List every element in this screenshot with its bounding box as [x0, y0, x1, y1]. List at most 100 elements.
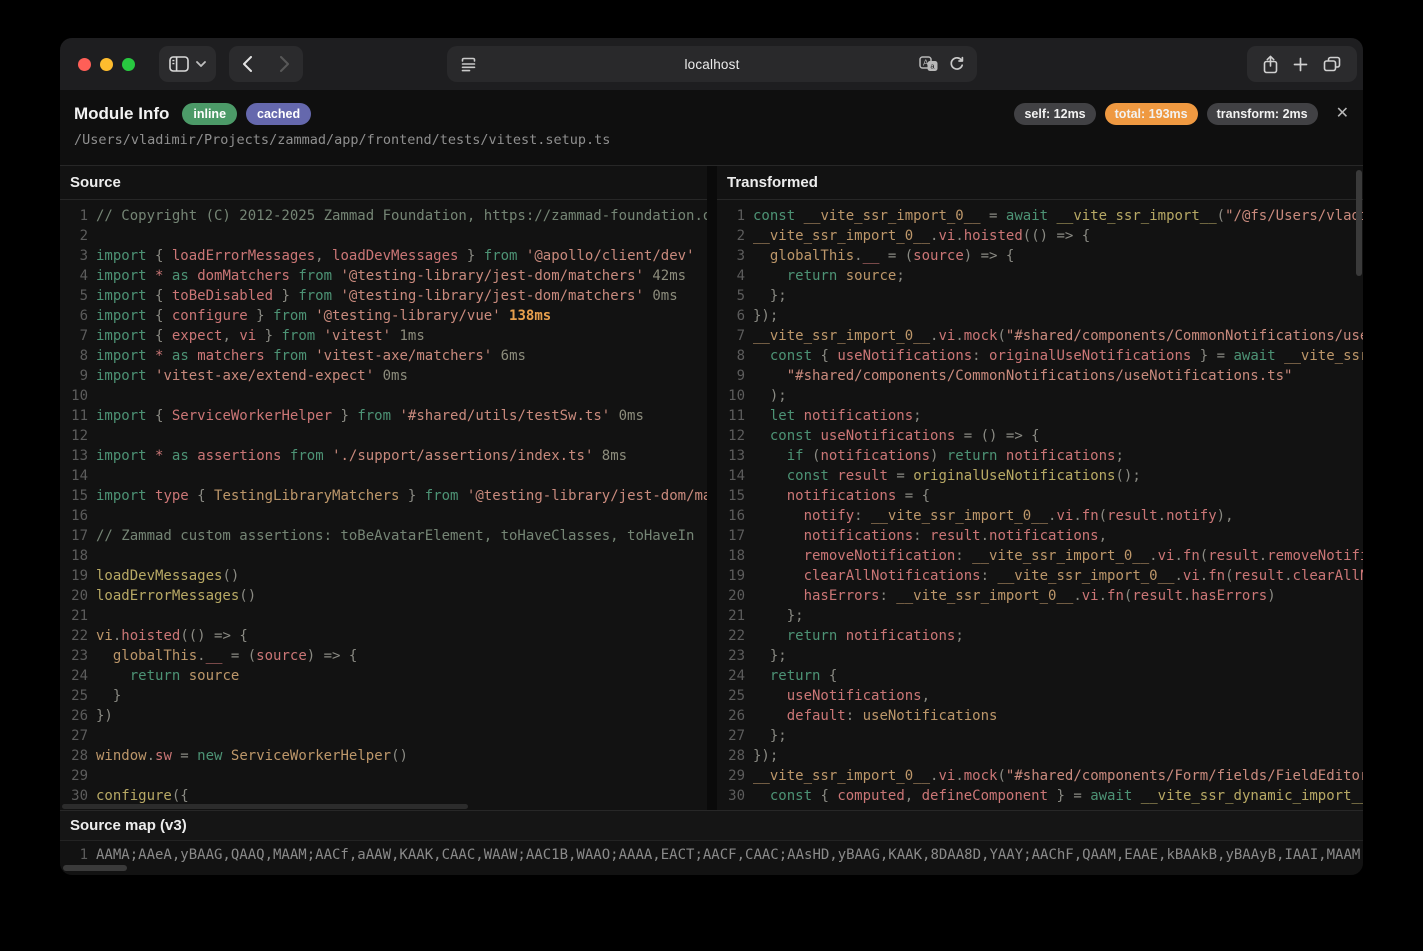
code-line: 27 }; [717, 726, 1363, 746]
source-panel: Source 1// Copyright (C) 2012-2025 Zamma… [60, 166, 707, 810]
minimize-window-button[interactable] [100, 58, 113, 71]
line-number: 3 [60, 246, 88, 266]
code-line: 3 globalThis.__ = (source) => { [717, 246, 1363, 266]
line-number: 7 [60, 326, 88, 346]
line-number: 2 [60, 226, 88, 246]
code-line: 21 }; [717, 606, 1363, 626]
line-number: 29 [60, 766, 88, 786]
tabs-icon [1323, 56, 1341, 72]
zoom-window-button[interactable] [122, 58, 135, 71]
line-number: 1 [717, 206, 745, 226]
module-path: /Users/vladimir/Projects/zammad/app/fron… [74, 132, 1349, 148]
code-line: 24 return source [60, 666, 707, 686]
code-line: 9 "#shared/components/CommonNotification… [717, 366, 1363, 386]
line-number: 26 [60, 706, 88, 726]
code-line: 20loadErrorMessages() [60, 586, 707, 606]
back-button[interactable] [229, 46, 266, 82]
code-line: 15 notifications = { [717, 486, 1363, 506]
line-number: 8 [60, 346, 88, 366]
line-number: 17 [717, 526, 745, 546]
code-line: 30 const { computed, defineComponent } =… [717, 786, 1363, 806]
code-line: 12 [60, 426, 707, 446]
share-button[interactable] [1263, 55, 1278, 74]
transformed-vertical-scrollbar[interactable] [1356, 170, 1362, 276]
code-line: 13 if (notifications) return notificatio… [717, 446, 1363, 466]
close-module-info-button[interactable]: ✕ [1336, 106, 1349, 122]
sourcemap-mappings: AAMA;AAeA,yBAAG,QAAQ,MAAM;AACf,aAAW,KAAK… [96, 845, 1360, 865]
code-line: 22vi.hoisted(() => { [60, 626, 707, 646]
line-number: 27 [717, 726, 745, 746]
sourcemap-line: 1 AAMA;AAeA,yBAAG,QAAQ,MAAM;AACf,aAAW,KA… [60, 841, 1363, 865]
line-number: 28 [60, 746, 88, 766]
line-number: 27 [60, 726, 88, 746]
code-line: 27 [60, 726, 707, 746]
source-horizontal-scrollbar[interactable] [62, 804, 468, 809]
code-line: 8import * as matchers from 'vitest-axe/m… [60, 346, 707, 366]
close-window-button[interactable] [78, 58, 91, 71]
code-line: 17 notifications: result.notifications, [717, 526, 1363, 546]
line-number: 22 [717, 626, 745, 646]
sidebar-toggle-button[interactable] [159, 46, 216, 82]
code-line: 4import * as domMatchers from '@testing-… [60, 266, 707, 286]
code-line: 13import * as assertions from './support… [60, 446, 707, 466]
transformed-panel-title: Transformed [717, 166, 1363, 200]
transformed-code[interactable]: 1const __vite_ssr_import_0__ = await __v… [717, 200, 1363, 810]
code-line: 9import 'vitest-axe/extend-expect' 0ms [60, 366, 707, 386]
new-tab-button[interactable] [1293, 57, 1308, 72]
sourcemap-line-number: 1 [60, 845, 88, 865]
line-number: 5 [60, 286, 88, 306]
tab-overview-button[interactable] [1323, 56, 1341, 72]
code-line: 1const __vite_ssr_import_0__ = await __v… [717, 206, 1363, 226]
line-number: 18 [717, 546, 745, 566]
code-line: 4 return source; [717, 266, 1363, 286]
line-number: 22 [60, 626, 88, 646]
translate-icon[interactable]: A a [919, 56, 938, 72]
line-number: 26 [717, 706, 745, 726]
toolbar-buttons [1247, 46, 1357, 82]
line-number: 29 [717, 766, 745, 786]
code-line: 10 [60, 386, 707, 406]
line-number: 4 [717, 266, 745, 286]
line-number: 13 [60, 446, 88, 466]
line-number: 11 [60, 406, 88, 426]
line-number: 15 [60, 486, 88, 506]
sourcemap-horizontal-scrollbar[interactable] [63, 865, 127, 871]
line-number: 2 [717, 226, 745, 246]
inline-badge: inline [182, 103, 237, 125]
forward-button[interactable] [266, 46, 303, 82]
line-number: 14 [60, 466, 88, 486]
plus-icon [1293, 57, 1308, 72]
line-number: 1 [60, 206, 88, 226]
line-number: 7 [717, 326, 745, 346]
line-number: 6 [717, 306, 745, 326]
transform-time-badge: transform: 2ms [1207, 103, 1318, 125]
code-line: 30configure({ [60, 786, 707, 806]
code-line: 28}); [717, 746, 1363, 766]
line-number: 24 [717, 666, 745, 686]
line-number: 20 [60, 586, 88, 606]
line-number: 10 [60, 386, 88, 406]
code-line: 23 globalThis.__ = (source) => { [60, 646, 707, 666]
line-number: 15 [717, 486, 745, 506]
total-time-badge: total: 193ms [1105, 103, 1198, 125]
line-number: 21 [60, 606, 88, 626]
nav-buttons [229, 46, 303, 82]
code-line: 26}) [60, 706, 707, 726]
code-line: 29 [60, 766, 707, 786]
code-panels: Source 1// Copyright (C) 2012-2025 Zamma… [60, 166, 1363, 810]
module-info-header: Module Info inline cached self: 12ms tot… [60, 90, 1363, 166]
line-number: 8 [717, 346, 745, 366]
code-line: 5 }; [717, 286, 1363, 306]
sourcemap-title: Source map (v3) [60, 811, 1363, 841]
line-number: 12 [717, 426, 745, 446]
code-line: 25 } [60, 686, 707, 706]
line-number: 17 [60, 526, 88, 546]
address-bar[interactable]: localhost A a [447, 46, 977, 82]
source-code[interactable]: 1// Copyright (C) 2012-2025 Zammad Found… [60, 200, 707, 810]
code-line: 21 [60, 606, 707, 626]
reload-icon[interactable] [949, 56, 965, 72]
code-line: 28window.sw = new ServiceWorkerHelper() [60, 746, 707, 766]
code-line: 3import { loadErrorMessages, loadDevMess… [60, 246, 707, 266]
line-number: 21 [717, 606, 745, 626]
line-number: 25 [60, 686, 88, 706]
